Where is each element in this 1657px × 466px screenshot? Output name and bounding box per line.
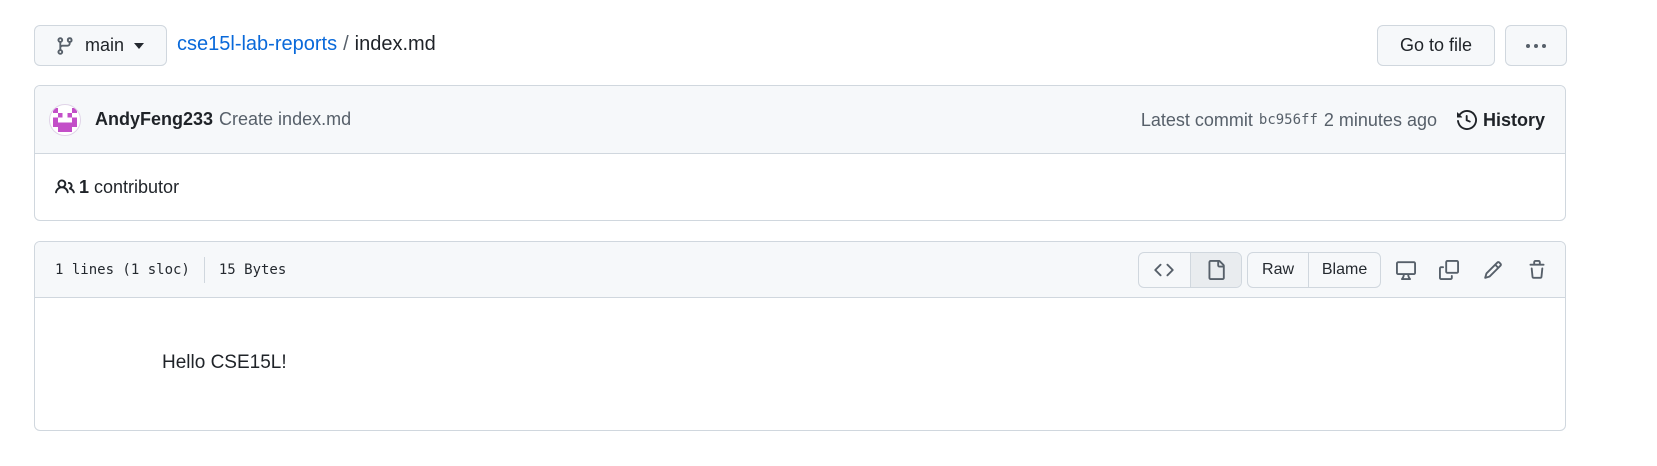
desktop-icon	[1396, 260, 1416, 280]
file-icon	[1206, 260, 1226, 280]
more-options-button[interactable]	[1505, 25, 1567, 66]
copy-icon	[1439, 260, 1459, 280]
edit-button[interactable]	[1478, 255, 1508, 285]
file-viewer: 1 lines (1 sloc) 15 Bytes Raw Blame Hell…	[34, 241, 1566, 431]
current-file-name: index.md	[354, 33, 436, 55]
breadcrumb-separator: /	[343, 33, 349, 55]
commit-message-link[interactable]: Create index.md	[219, 109, 351, 130]
commit-author-link[interactable]: AndyFeng233	[95, 109, 213, 130]
go-to-file-button[interactable]: Go to file	[1377, 25, 1495, 66]
file-navigation: main cse15l-lab-reports / index.md Go to…	[34, 25, 1567, 66]
content-paragraph: Hello CSE15L!	[162, 352, 287, 373]
delete-button[interactable]	[1522, 255, 1552, 285]
trash-icon	[1527, 260, 1547, 280]
preview-view-button[interactable]	[1189, 253, 1241, 287]
commit-time: 2 minutes ago	[1323, 109, 1437, 130]
avatar[interactable]	[49, 103, 81, 136]
copy-button[interactable]	[1434, 255, 1464, 285]
history-icon	[1456, 110, 1477, 130]
latest-commit-box: AndyFeng233 Create index.md Latest commi…	[34, 85, 1566, 221]
rendered-markdown: Hello CSE15L!	[35, 298, 1565, 374]
branch-select-button[interactable]: main	[34, 25, 167, 66]
blame-button[interactable]: Blame	[1309, 253, 1380, 287]
commit-sha-link[interactable]: bc956ff	[1259, 112, 1318, 128]
pencil-icon	[1483, 260, 1503, 280]
history-link[interactable]: History	[1456, 109, 1545, 131]
commit-row: AndyFeng233 Create index.md Latest commi…	[35, 86, 1565, 154]
code-icon	[1154, 260, 1175, 280]
view-toggle-group	[1138, 252, 1242, 288]
breadcrumb: cse15l-lab-reports / index.md	[177, 33, 436, 56]
branch-label: main	[85, 35, 125, 55]
latest-commit-label: Latest commit	[1140, 109, 1253, 130]
contributor-label: contributor	[94, 176, 180, 197]
raw-button[interactable]: Raw	[1248, 253, 1310, 287]
file-size-info: 15 Bytes	[218, 261, 287, 278]
repo-link[interactable]: cse15l-lab-reports	[177, 33, 337, 56]
history-label: History	[1482, 109, 1545, 130]
header-divider	[203, 256, 205, 283]
code-view-button[interactable]	[1139, 253, 1190, 287]
caret-down-icon	[134, 42, 145, 49]
people-icon	[55, 177, 75, 197]
file-lines-info: 1 lines (1 sloc)	[55, 261, 190, 278]
file-header: 1 lines (1 sloc) 15 Bytes Raw Blame	[35, 242, 1565, 298]
contributors-row: 1 contributor	[35, 154, 1565, 220]
kebab-horizontal-icon	[1525, 43, 1547, 49]
raw-blame-group: Raw Blame	[1247, 252, 1381, 288]
contributor-count[interactable]: 1	[79, 177, 89, 198]
open-desktop-button[interactable]	[1391, 255, 1421, 285]
git-branch-icon	[55, 36, 75, 56]
commit-meta: Latest commit bc956ff 2 minutes ago Hist…	[1141, 86, 1545, 154]
